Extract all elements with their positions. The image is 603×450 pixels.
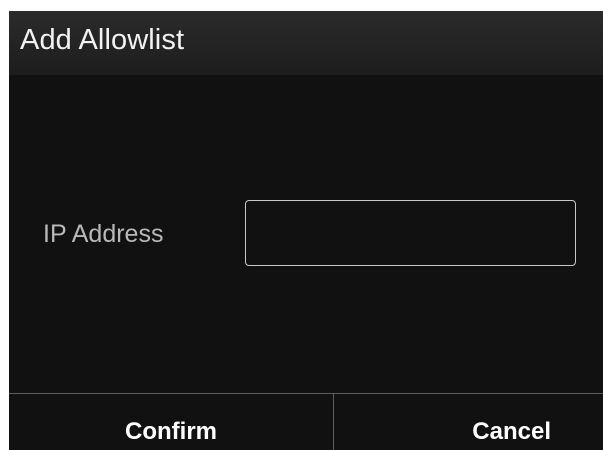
ip-address-label: IP Address (43, 220, 164, 248)
cancel-button[interactable]: Cancel (334, 394, 603, 450)
confirm-button-label: Confirm (125, 418, 217, 445)
confirm-button[interactable]: Confirm (9, 394, 333, 450)
dialog-button-bar: Confirm Cancel (9, 393, 603, 450)
dialog-title: Add Allowlist (20, 24, 185, 56)
cancel-button-label: Cancel (472, 418, 551, 445)
dialog-title-bar: Add Allowlist (9, 11, 603, 75)
ip-address-input[interactable] (245, 200, 576, 266)
add-allowlist-dialog: Add Allowlist IP Address Confirm Cancel (9, 11, 603, 450)
